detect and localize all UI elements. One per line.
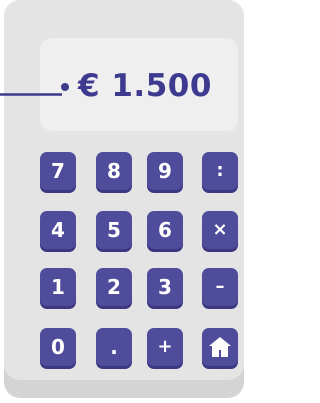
key-6[interactable]: 6 [147,211,183,249]
key-4[interactable]: 4 [40,211,76,249]
key-5[interactable]: 5 [96,211,132,249]
key-7[interactable]: 7 [40,152,76,190]
key-8[interactable]: 8 [96,152,132,190]
key-9[interactable]: 9 [147,152,183,190]
key-home[interactable] [202,328,238,366]
house-icon [209,337,231,357]
key-plus[interactable]: + [147,328,183,366]
key-multiply[interactable]: × [202,211,238,249]
key-0[interactable]: 0 [40,328,76,366]
key-divide[interactable]: : [202,152,238,190]
key-1[interactable]: 1 [40,268,76,306]
key-decimal[interactable]: . [96,328,132,366]
key-2[interactable]: 2 [96,268,132,306]
display-value: € 1.500 [78,68,212,104]
key-minus[interactable]: – [202,268,238,306]
key-3[interactable]: 3 [147,268,183,306]
